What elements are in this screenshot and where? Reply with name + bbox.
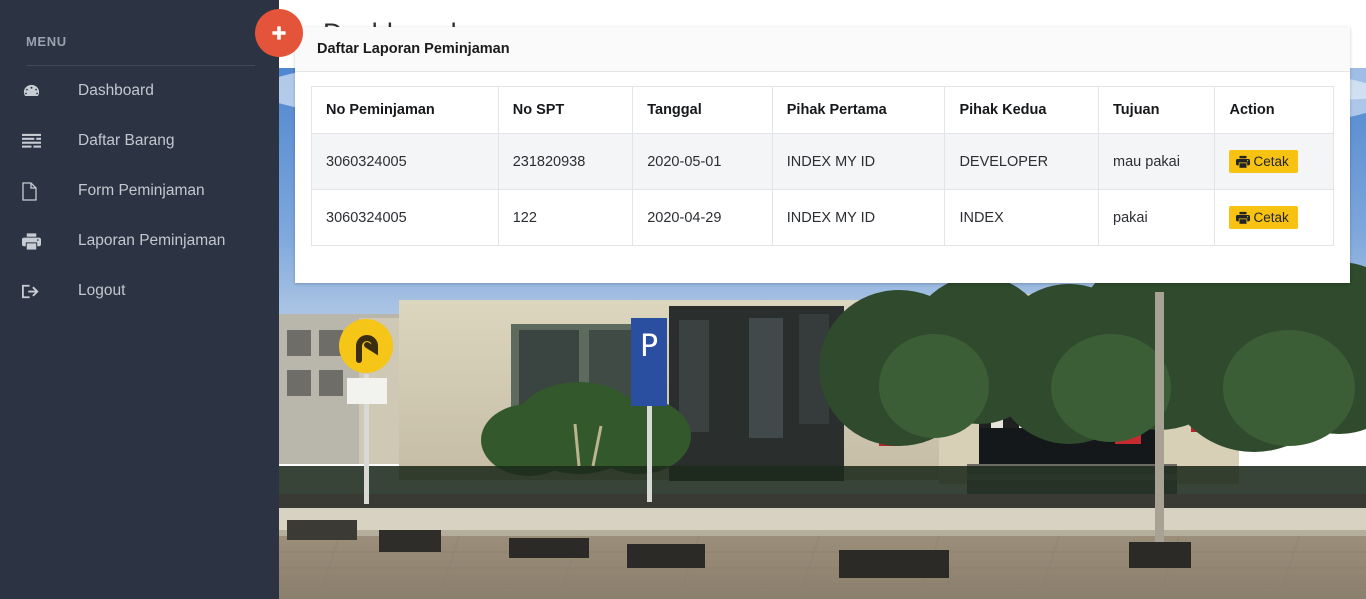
cetak-button-label: Cetak: [1253, 153, 1289, 169]
app-root: MENU Dashboard Daftar Barang Form Peminj…: [0, 0, 1366, 599]
sidebar-item-form-peminjaman[interactable]: Form Peminjaman: [0, 166, 279, 216]
column-header-no-spt: No SPT: [497, 86, 634, 134]
column-header-no-peminjaman: No Peminjaman: [311, 86, 499, 134]
cell-tanggal: 2020-04-29: [632, 189, 773, 246]
print-icon: [22, 232, 56, 250]
sidebar-item-dashboard[interactable]: Dashboard: [0, 66, 279, 116]
sidebar-item-label: Laporan Peminjaman: [78, 232, 226, 249]
report-panel: Daftar Laporan Peminjaman No Peminjaman …: [295, 27, 1350, 283]
cell-pihak-pertama: INDEX MY ID: [771, 189, 946, 246]
column-header-tujuan: Tujuan: [1098, 86, 1216, 134]
main-content: Dashboard: [255, 0, 1366, 599]
panel-body: No Peminjaman No SPT Tanggal Pihak Perta…: [295, 72, 1350, 246]
sidebar-item-label: Dashboard: [78, 82, 154, 99]
table-head: No Peminjaman No SPT Tanggal Pihak Perta…: [311, 86, 1334, 134]
table-row: 3060324005 231820938 2020-05-01 INDEX MY…: [311, 133, 1334, 190]
column-header-action: Action: [1214, 86, 1334, 134]
cell-no-spt: 231820938: [497, 133, 634, 190]
cell-no-peminjaman: 3060324005: [311, 189, 499, 246]
sidebar-item-logout[interactable]: Logout: [0, 266, 279, 316]
svg-text:P: P: [640, 329, 658, 364]
sidebar-item-laporan-peminjaman[interactable]: Laporan Peminjaman: [0, 216, 279, 266]
cell-pihak-kedua: INDEX: [944, 189, 1100, 246]
sidebar-item-label: Daftar Barang: [78, 132, 175, 149]
cell-action: Cetak: [1214, 133, 1334, 190]
plus-icon: [270, 24, 288, 42]
sidebar-item-daftar-barang[interactable]: Daftar Barang: [0, 116, 279, 166]
cell-no-peminjaman: 3060324005: [311, 133, 499, 190]
table-body: 3060324005 231820938 2020-05-01 INDEX MY…: [311, 133, 1334, 246]
laporan-peminjaman-table: No Peminjaman No SPT Tanggal Pihak Perta…: [311, 86, 1334, 246]
cetak-button-label: Cetak: [1253, 209, 1289, 225]
cetak-button[interactable]: Cetak: [1229, 149, 1298, 174]
cell-no-spt: 122: [497, 189, 634, 246]
cell-pihak-kedua: DEVELOPER: [944, 133, 1100, 190]
column-header-tanggal: Tanggal: [632, 86, 773, 134]
panel-title: Daftar Laporan Peminjaman: [317, 41, 510, 57]
sidebar-item-label: Logout: [78, 282, 126, 299]
table-row: 3060324005 122 2020-04-29 INDEX MY ID IN…: [311, 189, 1334, 246]
cell-tujuan: pakai: [1098, 189, 1216, 246]
cell-action: Cetak: [1214, 189, 1334, 246]
print-icon: [1236, 155, 1251, 168]
table-header-row: No Peminjaman No SPT Tanggal Pihak Perta…: [311, 86, 1334, 134]
sidebar: MENU Dashboard Daftar Barang Form Peminj…: [0, 0, 279, 599]
column-header-pihak-kedua: Pihak Kedua: [944, 86, 1100, 134]
cell-tujuan: mau pakai: [1098, 133, 1216, 190]
sidebar-menu-label: MENU: [26, 34, 67, 49]
list-icon: [22, 133, 56, 149]
panel-header: Daftar Laporan Peminjaman: [295, 27, 1350, 72]
cell-pihak-pertama: INDEX MY ID: [771, 133, 946, 190]
logout-icon: [22, 283, 56, 300]
file-icon: [22, 181, 56, 201]
print-icon: [1236, 211, 1251, 224]
sidebar-toggle-button[interactable]: [255, 9, 303, 57]
column-header-pihak-pertama: Pihak Pertama: [771, 86, 946, 134]
cetak-button[interactable]: Cetak: [1229, 205, 1298, 230]
cell-tanggal: 2020-05-01: [632, 133, 773, 190]
tachometer-icon: [22, 82, 56, 101]
sidebar-item-label: Form Peminjaman: [78, 182, 205, 199]
